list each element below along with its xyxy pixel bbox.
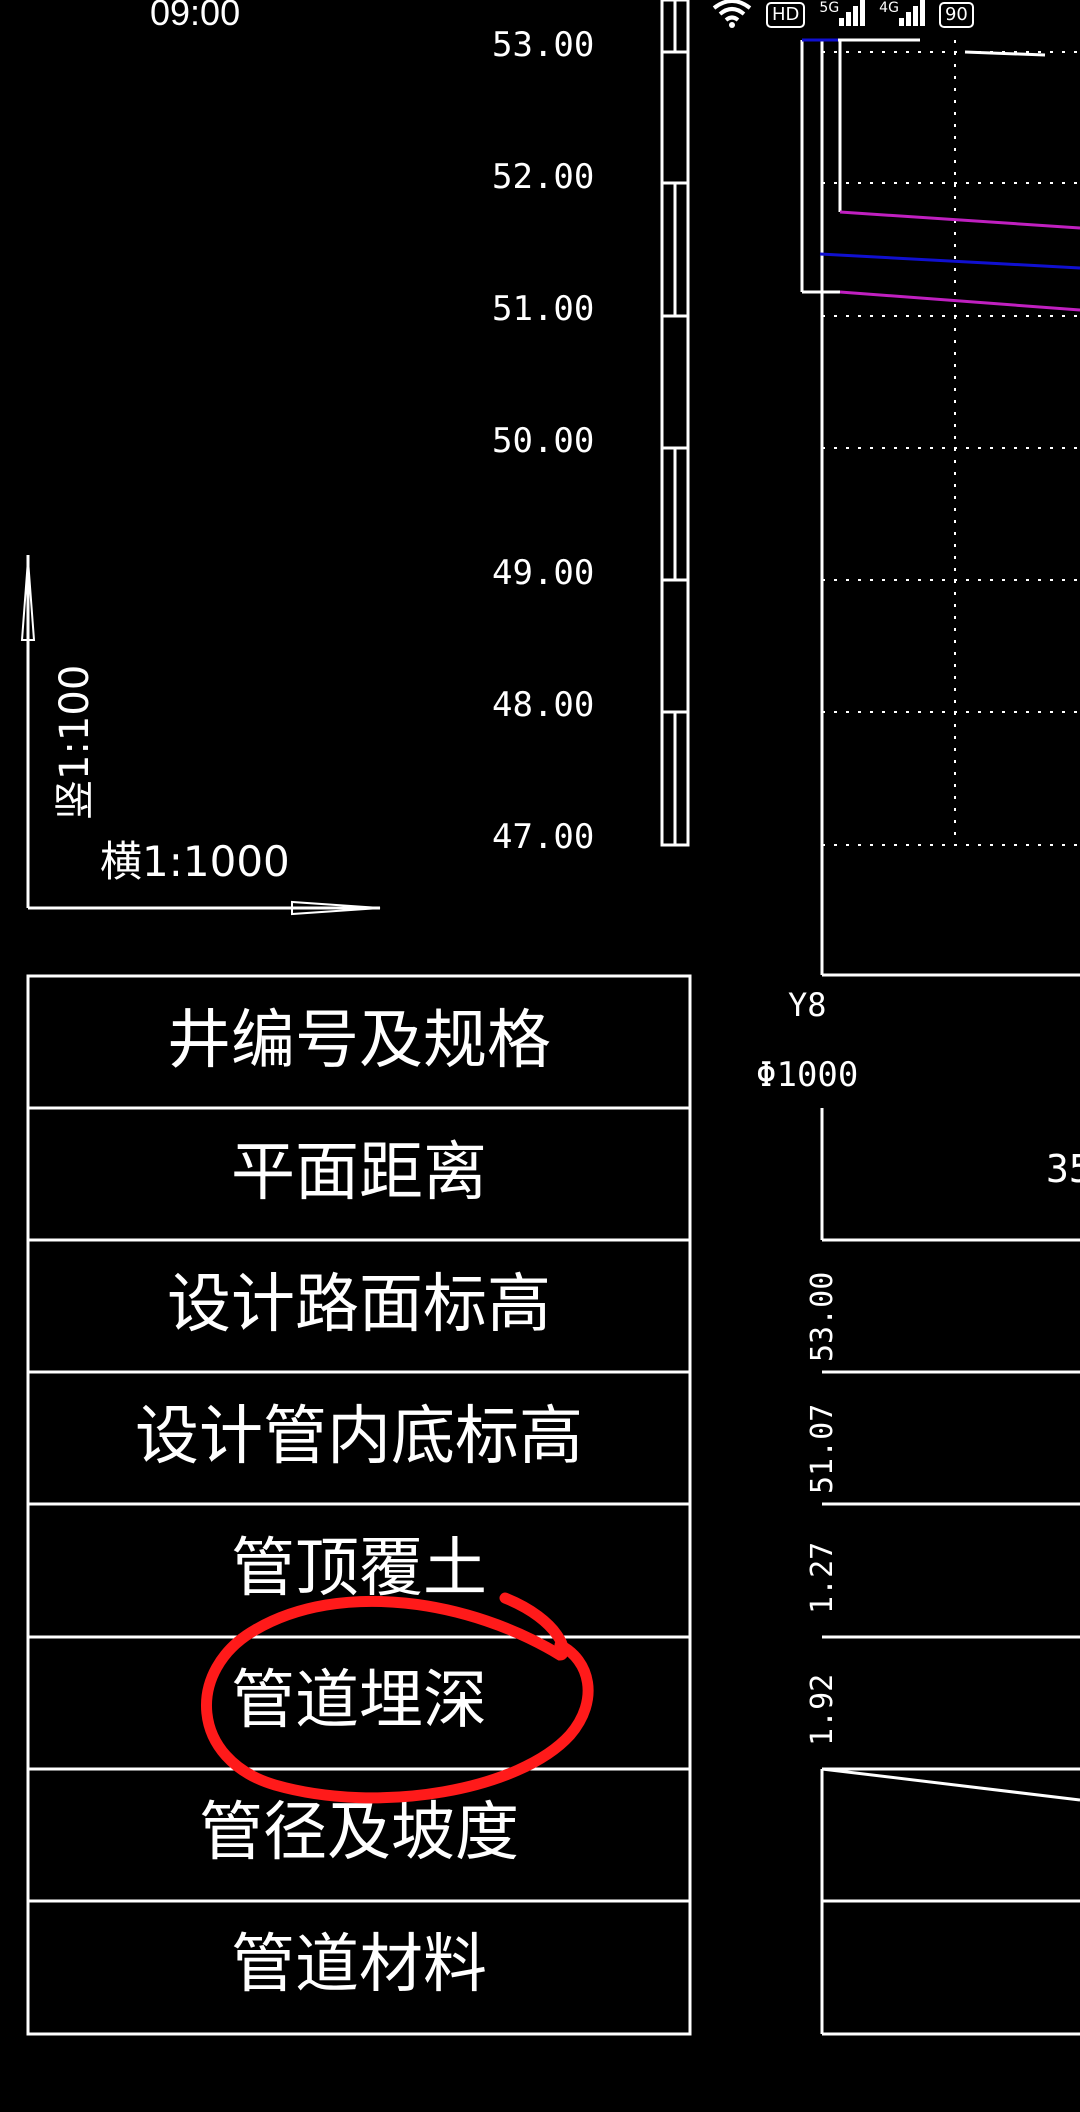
table-row: 井编号及规格 xyxy=(167,1004,551,1078)
plan-distance-value: 35 xyxy=(1046,1147,1080,1191)
info-table xyxy=(26,974,692,2036)
table-row: 设计路面标高 xyxy=(167,1268,551,1342)
vertical-scale-label: 竖1:100 xyxy=(52,665,98,820)
pipe-top-line xyxy=(839,210,1080,230)
road-elevation-value: 53.00 xyxy=(805,1272,840,1362)
table-row: 平面距离 xyxy=(231,1136,487,1210)
table-row: 管顶覆土 xyxy=(231,1532,487,1606)
table-row: 管道材料 xyxy=(231,1928,487,2002)
horizontal-scale-label: 横1:1000 xyxy=(100,837,290,886)
table-row: 管道埋深 xyxy=(231,1664,487,1738)
cover-value: 1.27 xyxy=(805,1542,840,1614)
profile-values: Y8 Φ1000 35 53.00 51.07 1.27 1.92 xyxy=(756,986,1080,1746)
well-id: Y8 xyxy=(788,986,827,1024)
cad-drawing[interactable]: 53.00 52.00 51.00 50.00 49.00 48.00 47.0… xyxy=(0,0,1080,2112)
elevation-scale-bar xyxy=(660,0,690,847)
burial-depth-value: 1.92 xyxy=(805,1674,840,1746)
elevation-labels: 53.00 52.00 51.00 50.00 49.00 48.00 47.0… xyxy=(492,25,594,857)
elev-label-50: 50.00 xyxy=(492,421,594,461)
table-row: 管径及坡度 xyxy=(199,1796,519,1870)
pipe-diameter: Φ1000 xyxy=(756,1055,858,1095)
profile-frame xyxy=(800,38,1080,977)
elev-label-53: 53.00 xyxy=(492,25,594,65)
elev-label-51: 51.00 xyxy=(492,289,594,329)
invert-elevation-value: 51.07 xyxy=(805,1404,840,1494)
pipe-center-line xyxy=(819,252,1080,270)
table-row: 设计管内底标高 xyxy=(135,1400,583,1474)
elev-label-49: 49.00 xyxy=(492,553,594,593)
profile-grid xyxy=(822,40,1080,846)
elev-label-52: 52.00 xyxy=(492,157,594,197)
scale-legend: 竖1:100 横1:1000 xyxy=(20,555,381,916)
slope-line xyxy=(821,1767,1080,1802)
pipe-bottom-line xyxy=(839,290,1080,312)
elev-label-48: 48.00 xyxy=(492,685,594,725)
elev-label-47: 47.00 xyxy=(492,817,594,857)
profile-cells xyxy=(820,1108,1080,2036)
pipe-lines xyxy=(802,38,1080,312)
